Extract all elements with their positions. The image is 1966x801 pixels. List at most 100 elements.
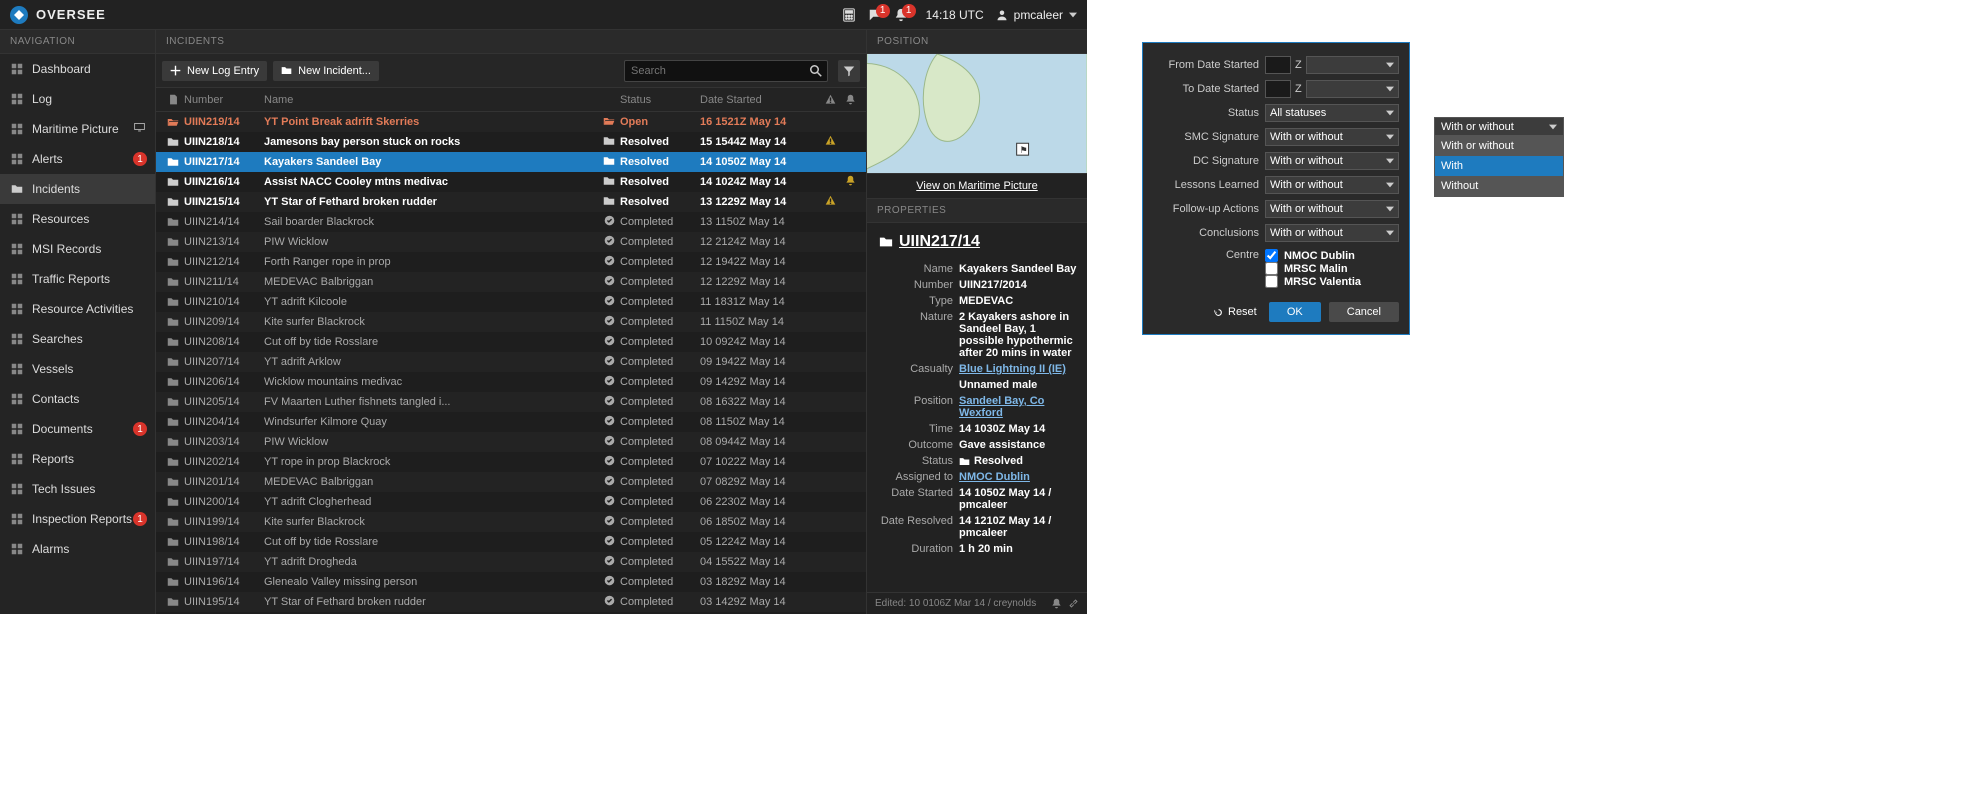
col-status[interactable]: Status [620,94,700,106]
prop-link[interactable]: Blue Lightning II (IE) [959,363,1066,375]
table-row[interactable]: UIIN207/14YT adrift ArklowCompleted09 19… [156,352,866,372]
link-icon[interactable] [1068,598,1079,609]
prop-row: Date Started14 1050Z May 14 / pmcaleer [875,487,1079,511]
calculator-icon[interactable] [836,2,862,28]
table-row[interactable]: UIIN203/14PIW WicklowCompleted08 0944Z M… [156,432,866,452]
dropdown-option[interactable]: With [1435,156,1563,176]
bell-icon[interactable] [1051,598,1062,609]
table-row[interactable]: UIIN211/14MEDEVAC BalbrigganCompleted12 … [156,272,866,292]
prop-label: Outcome [875,439,959,451]
checkbox-input[interactable] [1265,275,1278,288]
folder-icon [603,135,615,150]
reset-button[interactable]: Reset [1153,306,1257,318]
table-row[interactable]: UIIN213/14PIW WicklowCompleted12 2124Z M… [156,232,866,252]
table-row[interactable]: UIIN200/14YT adrift ClogherheadCompleted… [156,492,866,512]
properties-ref[interactable]: UIIN217/14 [879,233,1079,251]
table-row[interactable]: UIIN209/14Kite surfer BlackrockCompleted… [156,312,866,332]
user-menu[interactable]: pmcaleer [996,8,1077,22]
sidebar-item-alerts[interactable]: Alerts1 [0,144,155,174]
table-row[interactable]: UIIN204/14Windsurfer Kilmore QuayComplet… [156,412,866,432]
conclusions-select[interactable]: With or without [1265,224,1399,242]
ok-button[interactable]: OK [1269,302,1321,322]
dropdown-option[interactable]: Without [1435,176,1563,196]
centre-checkbox[interactable]: MRSC Valentia [1265,275,1399,288]
status-select[interactable]: All statuses [1265,104,1399,122]
dropdown-option[interactable]: With or without [1435,136,1563,156]
table-row[interactable]: UIIN198/14Cut off by tide RosslareComple… [156,532,866,552]
table-row[interactable]: UIIN201/14MEDEVAC BalbrigganCompleted07 … [156,472,866,492]
to-date-select[interactable] [1306,80,1399,98]
sidebar-item-tech-issues[interactable]: Tech Issues [0,474,155,504]
centre-checkbox[interactable]: NMOC Dublin [1265,249,1399,262]
col-date[interactable]: Date Started [700,94,820,106]
prop-link[interactable]: NMOC Dublin [959,471,1030,483]
row-number: UIIN201/14 [184,476,264,488]
to-date-input[interactable] [1265,80,1291,98]
lessons-select[interactable]: With or without [1265,176,1399,194]
table-row[interactable]: UIIN208/14Cut off by tide RosslareComple… [156,332,866,352]
check-icon [604,295,615,309]
from-date-input[interactable] [1265,56,1291,74]
table-row[interactable]: UIIN205/14FV Maarten Luther fishnets tan… [156,392,866,412]
view-on-maritime-link[interactable]: View on Maritime Picture [916,180,1037,192]
row-number: UIIN215/14 [184,196,264,208]
table-row[interactable]: UIIN206/14Wicklow mountains medivacCompl… [156,372,866,392]
table-row[interactable]: UIIN212/14Forth Ranger rope in propCompl… [156,252,866,272]
table-row[interactable]: UIIN216/14Assist NACC Cooley mtns mediva… [156,172,866,192]
chat-icon[interactable]: 1 [862,2,888,28]
table-row[interactable]: UIIN217/14Kayakers Sandeel BayResolved14… [156,152,866,172]
dropdown-selected[interactable]: With or without [1435,118,1563,136]
sidebar-item-maritime-picture[interactable]: Maritime Picture [0,114,155,144]
sidebar-item-resource-activities[interactable]: Resource Activities [0,294,155,324]
prop-link[interactable]: Sandeel Bay, Co Wexford [959,395,1044,419]
sidebar-item-searches[interactable]: Searches [0,324,155,354]
table-row[interactable]: UIIN195/14YT Star of Fethard broken rudd… [156,592,866,612]
map[interactable]: ⚑ [867,54,1087,174]
nav-label: Alerts [32,152,63,166]
from-date-select[interactable] [1306,56,1399,74]
sidebar-item-incidents[interactable]: Incidents [0,174,155,204]
sidebar-item-documents[interactable]: Documents1 [0,414,155,444]
bell-icon[interactable]: 1 [888,2,914,28]
sidebar-item-contacts[interactable]: Contacts [0,384,155,414]
new-log-entry-button[interactable]: New Log Entry [162,61,267,81]
table-row[interactable]: UIIN196/14Glenealo Valley missing person… [156,572,866,592]
smc-select[interactable]: With or without [1265,128,1399,146]
table-row[interactable]: UIIN199/14Kite surfer BlackrockCompleted… [156,512,866,532]
followup-select[interactable]: With or without [1265,200,1399,218]
table-row[interactable]: UIIN197/14YT adrift DroghedaCompleted04 … [156,552,866,572]
table-row[interactable]: UIIN215/14YT Star of Fethard broken rudd… [156,192,866,212]
new-incident-button[interactable]: New Incident... [273,61,379,81]
sidebar-item-vessels[interactable]: Vessels [0,354,155,384]
row-folder-icon [162,276,184,288]
col-name[interactable]: Name [264,94,598,106]
table-row[interactable]: UIIN194/14Sail boarder BlackrockComplete… [156,612,866,614]
sidebar-item-inspection-reports[interactable]: Inspection Reports1 [0,504,155,534]
sidebar-item-msi-records[interactable]: MSI Records [0,234,155,264]
cancel-button[interactable]: Cancel [1329,302,1399,322]
sidebar-item-reports[interactable]: Reports [0,444,155,474]
table-row[interactable]: UIIN210/14YT adrift KilcooleCompleted11 … [156,292,866,312]
sidebar-item-log[interactable]: Log [0,84,155,114]
centre-checkbox[interactable]: MRSC Malin [1265,262,1399,275]
row-folder-icon [162,516,184,528]
sidebar-item-resources[interactable]: Resources [0,204,155,234]
sidebar-item-traffic-reports[interactable]: Traffic Reports [0,264,155,294]
filter-button[interactable] [838,60,860,82]
checkbox-input[interactable] [1265,262,1278,275]
table-row[interactable]: UIIN214/14Sail boarder BlackrockComplete… [156,212,866,232]
row-status-icon [598,535,620,549]
sidebar-item-alarms[interactable]: Alarms [0,534,155,564]
table-row[interactable]: UIIN219/14YT Point Break adrift Skerries… [156,112,866,132]
prop-value: 14 1210Z May 14 / pmcaleer [959,515,1079,539]
checkbox-input[interactable] [1265,249,1278,262]
col-number[interactable]: Number [184,94,264,106]
dc-select[interactable]: With or without [1265,152,1399,170]
search-button[interactable] [805,60,827,82]
sidebar-item-dashboard[interactable]: Dashboard [0,54,155,84]
table-row[interactable]: UIIN218/14Jamesons bay person stuck on r… [156,132,866,152]
search-input[interactable] [625,65,805,77]
row-name: Cut off by tide Rosslare [264,336,598,348]
table-row[interactable]: UIIN202/14YT rope in prop BlackrockCompl… [156,452,866,472]
row-number: UIIN205/14 [184,396,264,408]
